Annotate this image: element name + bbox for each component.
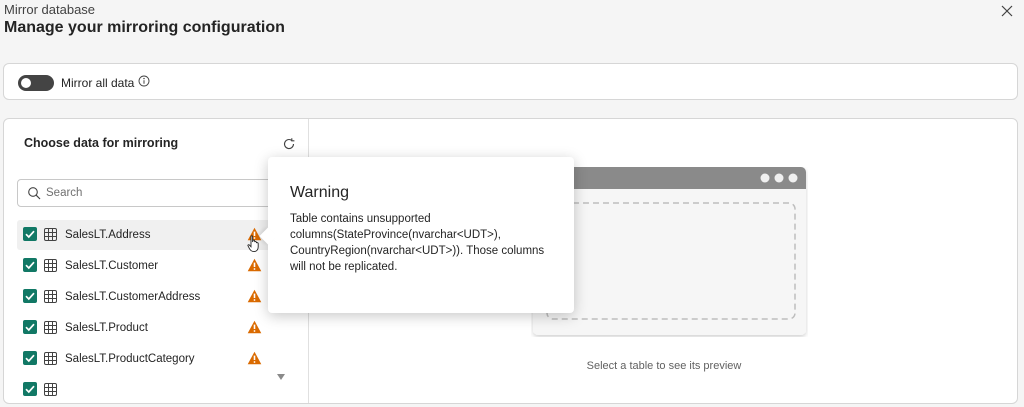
search-box bbox=[17, 179, 279, 207]
table-row-saleslt-customer[interactable]: SalesLT.Customer bbox=[17, 251, 271, 281]
mirror-all-label: Mirror all data bbox=[61, 76, 135, 90]
table-icon bbox=[44, 383, 57, 396]
scroll-down-arrow-icon[interactable] bbox=[277, 374, 285, 380]
preview-empty-text: Select a table to see its preview bbox=[586, 360, 742, 372]
warning-icon[interactable] bbox=[247, 258, 262, 272]
warning-icon[interactable] bbox=[247, 320, 262, 334]
choose-data-title: Choose data for mirroring bbox=[24, 136, 179, 150]
mirror-all-toggle[interactable] bbox=[18, 75, 54, 91]
table-row-saleslt-customeraddress[interactable]: SalesLT.CustomerAddress bbox=[17, 282, 271, 312]
table-row-saleslt-address[interactable]: SalesLT.Address bbox=[17, 220, 271, 250]
table-icon bbox=[44, 321, 57, 334]
table-row-saleslt-productcategory[interactable]: SalesLT.ProductCategory bbox=[17, 344, 271, 374]
search-icon bbox=[28, 187, 41, 200]
table-icon bbox=[44, 259, 57, 272]
tooltip-title: Warning bbox=[290, 184, 349, 201]
table-list: SalesLT.Address SalesLT.Customer SalesLT… bbox=[17, 220, 271, 403]
table-row-partial[interactable] bbox=[17, 375, 271, 403]
table-icon bbox=[44, 228, 57, 241]
warning-icon[interactable] bbox=[247, 289, 262, 303]
mirror-all-card: Mirror all data bbox=[3, 63, 1018, 100]
table-name: SalesLT.Address bbox=[65, 229, 151, 241]
checkbox-checked[interactable] bbox=[23, 351, 37, 365]
refresh-icon[interactable] bbox=[282, 137, 296, 151]
checkbox-checked[interactable] bbox=[23, 382, 37, 396]
warning-icon[interactable] bbox=[247, 351, 262, 365]
table-icon bbox=[44, 290, 57, 303]
table-chooser-pane: Choose data for mirroring SalesLT.Addres… bbox=[4, 119, 309, 403]
dialog-title: Manage your mirroring configuration bbox=[4, 19, 285, 36]
checkbox-checked[interactable] bbox=[23, 320, 37, 334]
checkbox-checked[interactable] bbox=[23, 258, 37, 272]
tooltip-body: Table contains unsupported columns(State… bbox=[290, 213, 545, 273]
table-icon bbox=[44, 352, 57, 365]
table-name: SalesLT.CustomerAddress bbox=[65, 291, 201, 303]
table-name: SalesLT.Product bbox=[65, 322, 148, 334]
warning-tooltip: Warning Table contains unsupported colum… bbox=[259, 157, 574, 313]
checkbox-checked[interactable] bbox=[23, 227, 37, 241]
table-name: SalesLT.Customer bbox=[65, 260, 159, 272]
close-icon[interactable] bbox=[998, 2, 1016, 20]
search-input[interactable] bbox=[46, 184, 266, 202]
checkbox-checked[interactable] bbox=[23, 289, 37, 303]
table-name: SalesLT.ProductCategory bbox=[65, 353, 195, 365]
info-icon[interactable] bbox=[138, 75, 150, 87]
table-row-saleslt-product[interactable]: SalesLT.Product bbox=[17, 313, 271, 343]
dialog-subtitle: Mirror database bbox=[4, 2, 96, 17]
